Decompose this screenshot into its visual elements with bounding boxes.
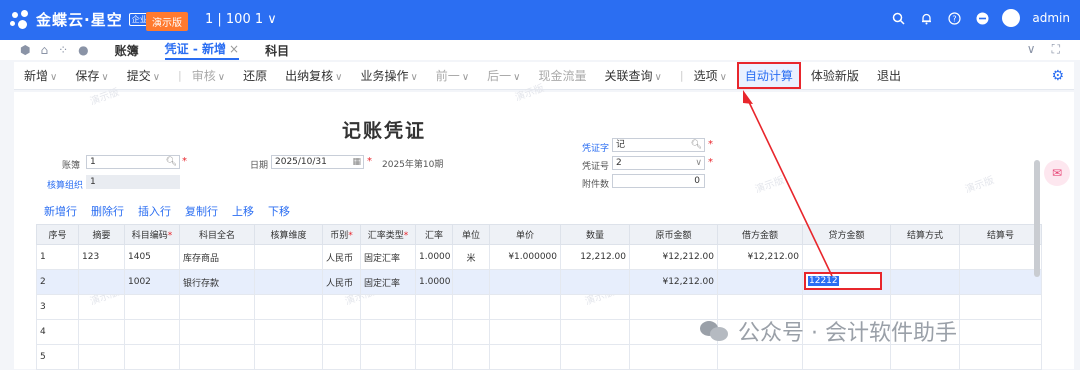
footer-watermark: 公众号 · 会计软件助手 <box>700 315 957 347</box>
footer-watermark-text: 公众号 · 会计软件助手 <box>738 321 957 346</box>
wechat-icon <box>700 319 730 343</box>
annotation-arrow <box>743 90 833 277</box>
